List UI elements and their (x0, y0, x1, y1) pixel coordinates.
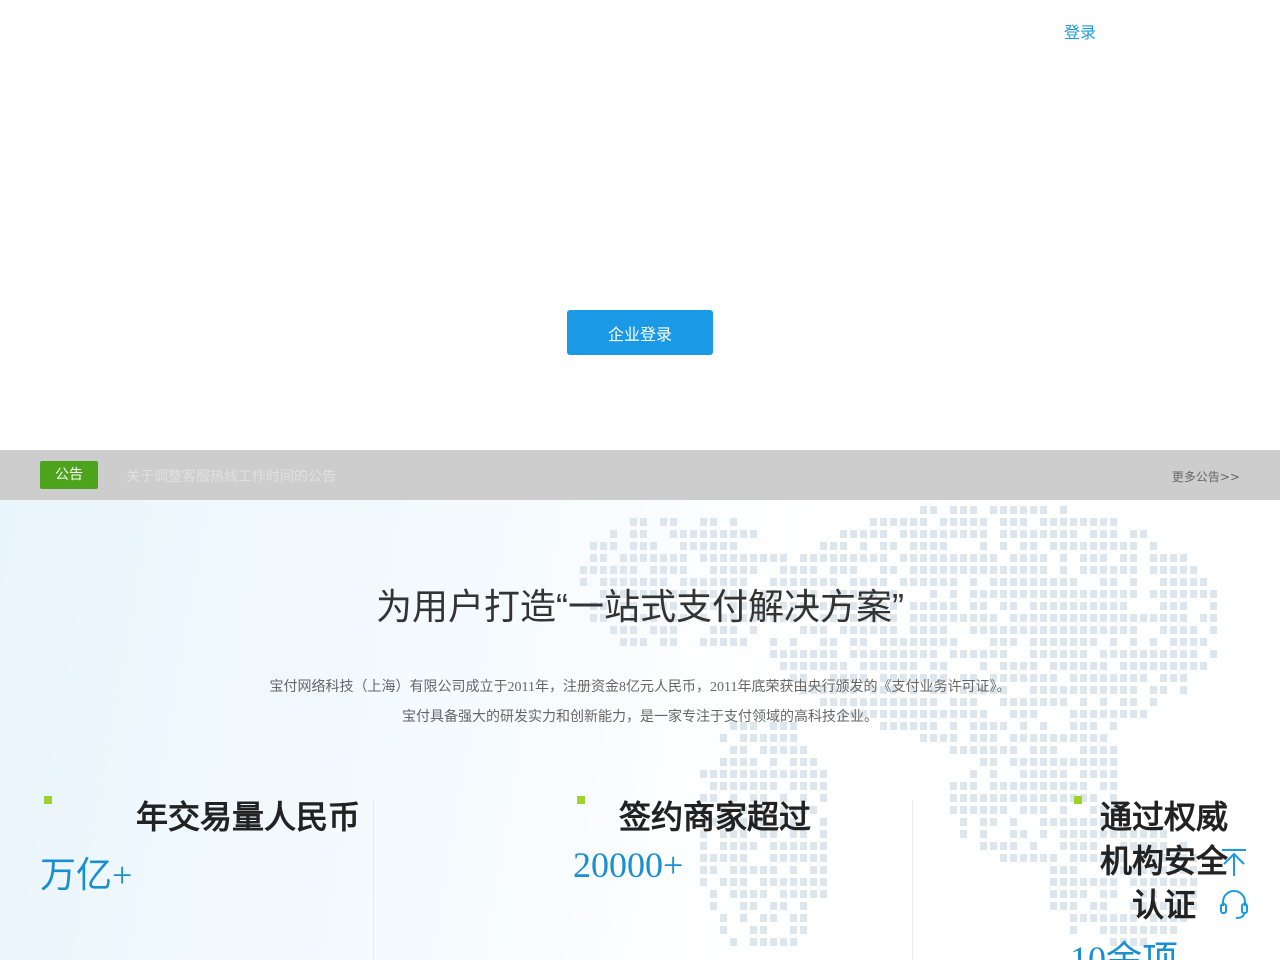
header-login-link[interactable]: 登录 (1064, 19, 1096, 43)
stat-label-certifications-line3: 认证 (1132, 886, 1197, 924)
stat-label-certifications-line2: 机构安全 (1100, 842, 1229, 880)
intro-title: 为用户打造“一站式支付解决方案” (376, 586, 904, 627)
stat-value-merchants: 20000+ (573, 845, 684, 885)
stat-value-annual-volume: 万亿+ (40, 855, 133, 895)
stat-divider (373, 800, 374, 960)
notice-headline-link[interactable]: 关于调整客服热线工作时间的公告 (126, 466, 336, 486)
notice-bar: 公告 关于调整客服热线工作时间的公告 更多公告>> (0, 450, 1280, 500)
company-intro-section: 为用户打造“一站式支付解决方案” 宝付网络科技（上海）有限公司成立于2011年，… (0, 500, 1280, 960)
enterprise-login-button[interactable]: 企业登录 (567, 310, 713, 355)
stat-marker (1074, 796, 1082, 804)
stat-divider (912, 800, 913, 960)
intro-description-line2: 宝付具备强大的研发实力和创新能力，是一家专注于支付领域的高科技企业。 (402, 710, 878, 725)
stat-value-certifications: 10余项 (1070, 939, 1179, 960)
stat-marker (44, 796, 52, 804)
stat-marker (577, 796, 585, 804)
stat-label-annual-volume: 年交易量人民币 (136, 798, 361, 836)
more-notices-link[interactable]: 更多公告>> (1172, 468, 1240, 485)
notice-tag: 公告 (40, 461, 98, 489)
intro-description-line1: 宝付网络科技（上海）有限公司成立于2011年，注册资金8亿元人民币，2011年底… (269, 680, 1011, 695)
stat-label-certifications-line1: 通过权威 (1100, 798, 1229, 836)
customer-service-icon[interactable] (1216, 886, 1252, 922)
stat-label-merchants: 签约商家超过 (619, 798, 812, 836)
back-to-top-icon[interactable] (1216, 844, 1252, 880)
